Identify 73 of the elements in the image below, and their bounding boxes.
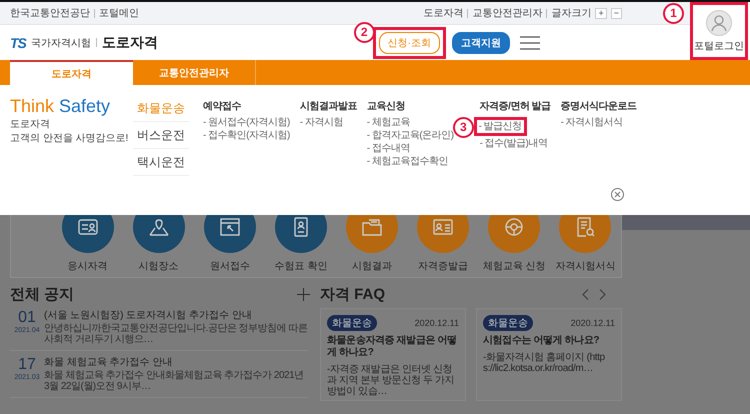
- menu-link[interactable]: - 자격시험: [300, 116, 343, 129]
- faq-answer: -화물자격시험 홈페이지 (https://lic2.kotsa.or.kr/road/m…: [483, 352, 606, 374]
- menu-heading: 시험결과발표: [300, 100, 357, 113]
- support-button[interactable]: 고객지원: [452, 32, 510, 54]
- menu-link[interactable]: - 체험교육접수확인: [366, 155, 448, 168]
- faq-date: 2020.12.11: [414, 318, 459, 328]
- menu-icon[interactable]: [520, 36, 540, 50]
- faq-card[interactable]: 화물운송 2020.12.11 화물운송자격증 재발급은 어떻게 하나요? -자격증 재발급은 인터넷 신청과 지역 본부 방문신청 두 가지 방법이 있습…: [320, 308, 466, 401]
- menu-link[interactable]: - 접수확인(자격시험): [203, 129, 290, 142]
- utility-link[interactable]: 한국교통안전공단: [10, 6, 90, 20]
- quick-link-icon[interactable]: [274, 215, 327, 253]
- menu-link[interactable]: - 접수내역: [366, 142, 410, 155]
- quick-link-label[interactable]: 시험결과: [352, 259, 392, 273]
- quick-link-label[interactable]: 원서접수: [210, 259, 250, 273]
- quick-link-icon[interactable]: [204, 215, 256, 253]
- quick-link-icon[interactable]: [346, 215, 398, 253]
- font-size-button[interactable]: +: [595, 8, 607, 18]
- notice-title[interactable]: 화물 체험교육 추가접수 안내: [44, 356, 308, 370]
- faq-date: 2020.12.11: [570, 318, 615, 328]
- section-title: 전체 공지: [10, 284, 74, 304]
- quick-link-icon[interactable]: [559, 215, 612, 253]
- font-size-label: 글자크기: [551, 7, 592, 20]
- quick-link-icon[interactable]: [62, 215, 114, 253]
- section-title: 자격 FAQ: [320, 284, 386, 304]
- menu-heading: 증명서식다운로드: [560, 100, 637, 113]
- menu-link[interactable]: - 접수(발급)내역: [480, 137, 548, 150]
- quick-link-label[interactable]: 응시자격: [68, 259, 108, 273]
- menu-heading: 자격증/면허 발급: [480, 100, 551, 113]
- category-item[interactable]: 버스운전: [133, 122, 189, 149]
- menu-link[interactable]: - 자격시험서식: [560, 116, 623, 129]
- portal-login-label: 포털로그인: [694, 40, 744, 52]
- notice-day: 17: [10, 356, 44, 374]
- tagline: 고객의 안전을 사명감으로!: [10, 133, 130, 145]
- utility-link[interactable]: 도로자격: [423, 6, 464, 20]
- site-title: 도로자격: [102, 34, 158, 52]
- logo-org-name: 국가자격시험: [30, 36, 91, 50]
- faq-question: 시험접수는 어떻게 하나요?: [483, 335, 600, 347]
- notice-title[interactable]: (서울 노원시험장) 도로자격시험 추가접수 안내: [44, 309, 308, 323]
- menu-link[interactable]: - 합격자교육(온라인): [366, 129, 454, 142]
- font-size-button[interactable]: −: [610, 8, 622, 18]
- quick-link-label[interactable]: 자격시험서식: [555, 259, 616, 273]
- menu-link[interactable]: - 체험교육: [366, 116, 410, 129]
- tagline: 도로자격: [10, 119, 51, 131]
- close-icon[interactable]: [611, 188, 624, 201]
- annotation-number: 3: [452, 117, 474, 138]
- faq-question: 화물운송자격증 재발급은 어떻게 하나요?: [327, 335, 458, 359]
- slogan: Think Safety: [10, 95, 112, 117]
- menu-link[interactable]: - 발급신청: [478, 120, 522, 133]
- notice-day: 01: [10, 309, 44, 327]
- notice-summary: 화물 체험교육 추가접수 안내화물체험교육 추가접수가 2021년 3월 22일(월)오전 9시부…: [44, 370, 305, 392]
- logo-mark: TS: [10, 34, 26, 50]
- category-item[interactable]: 택시운전: [133, 149, 189, 176]
- faq-card[interactable]: 화물운송 2020.12.11 시험접수는 어떻게 하나요? -화물자격시험 홈페이지 (https://lic2.kotsa.or.kr/road/m…: [476, 308, 622, 401]
- faq-answer: -자격증 재발급은 인터넷 신청과 지역 본부 방문신청 두 가지 방법이 있습…: [327, 364, 456, 397]
- quick-link-label[interactable]: 체험교육 신청: [482, 259, 546, 273]
- menu-heading: 예약접수: [203, 100, 242, 113]
- chevron-right-icon[interactable]: [599, 288, 606, 300]
- notice-summary: 안녕하십니까한국교통안전공단입니다.공단은 정부방침에 따른 사회적 거리두기 시행으…: [44, 323, 308, 345]
- menu-heading: 교육신청: [366, 100, 406, 113]
- quick-link-label[interactable]: 자격증발급: [418, 259, 468, 273]
- category-tag: 화물운송: [327, 315, 377, 331]
- quick-link-icon[interactable]: [132, 215, 185, 253]
- plus-icon[interactable]: [297, 288, 310, 300]
- menu-link[interactable]: - 원서접수(자격시험): [203, 116, 290, 129]
- utility-link[interactable]: 포털메인: [99, 6, 139, 20]
- avatar-icon: [706, 10, 732, 36]
- category-tag: 화물운송: [483, 315, 533, 331]
- quick-link-label[interactable]: 수험표 확인: [274, 259, 328, 273]
- quick-link-icon[interactable]: [488, 215, 540, 253]
- chevron-left-icon[interactable]: [582, 288, 589, 300]
- utility-link[interactable]: 교통안전관리자: [472, 6, 542, 20]
- quick-link-icon[interactable]: [417, 215, 470, 253]
- quick-link-label[interactable]: 시험장소: [138, 259, 179, 273]
